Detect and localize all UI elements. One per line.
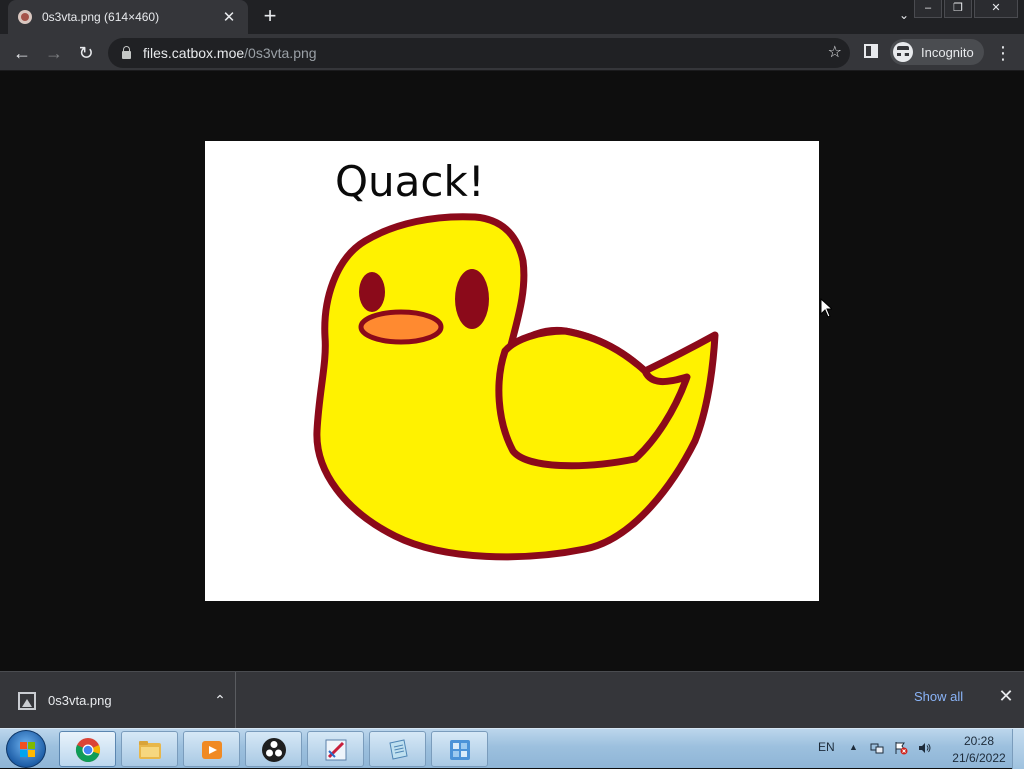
forward-button[interactable]: → [40,39,68,67]
duck-beak [358,309,444,345]
image-viewer: Quack! [0,72,1024,671]
minimize-button[interactable]: – [914,0,942,18]
download-bar: 0s3vta.png ⌃ Show all ✕ [0,671,1024,729]
taskbar-control-panel[interactable] [431,731,488,767]
side-panel-icon[interactable] [864,44,878,58]
obs-icon [262,738,286,762]
paint-icon [325,739,347,761]
windows-taskbar: EN ▲ 20:28 21/6/2022 [0,728,1024,769]
browser-menu-icon[interactable]: ⋮ [994,39,1012,67]
show-all-button[interactable]: Show all [914,689,963,704]
show-hidden-icons-arrow[interactable]: ▲ [849,742,858,752]
url-host: files.catbox.moe [143,45,245,61]
action-center-flag-icon[interactable] [894,741,908,755]
notepad-icon [389,739,408,760]
taskbar-obs[interactable] [245,731,302,767]
tab-strip: 0s3vta.png (614×460) ✕ + ⌄ – ❐ ✕ [0,0,1024,34]
taskbar-paint[interactable] [307,731,364,767]
restore-button[interactable]: ❐ [944,0,972,18]
taskbar-media-player[interactable] [183,731,240,767]
back-button[interactable]: ← [8,39,36,67]
chrome-icon [75,738,101,763]
taskbar-chrome[interactable] [59,731,116,767]
taskbar-file-explorer[interactable] [121,731,178,767]
download-options-chevron-icon[interactable]: ⌃ [205,692,235,709]
clock-time[interactable]: 20:28 [958,734,1000,748]
catbox-favicon-icon [18,10,32,24]
control-panel-icon [450,740,470,760]
tab-active[interactable]: 0s3vta.png (614×460) ✕ [8,0,248,34]
bookmark-star-icon[interactable]: ☆ [828,42,842,62]
start-button[interactable] [6,730,46,768]
url-path: /0s3vta.png [244,45,317,61]
reload-button[interactable]: ↻ [72,39,100,67]
duck-drawing [313,213,719,561]
new-tab-button[interactable]: + [258,5,282,29]
window-controls: – ❐ ✕ [912,0,1018,18]
quack-caption: Quack! [335,157,485,206]
incognito-label: Incognito [921,44,974,60]
language-indicator[interactable]: EN [818,740,835,754]
folder-icon [139,741,161,759]
image-file-icon [18,691,36,710]
duck-eye-left [359,272,385,312]
tab-title: 0s3vta.png (614×460) [42,10,160,24]
tab-close-icon[interactable]: ✕ [220,8,238,26]
duck-image[interactable]: Quack! [205,141,819,601]
incognito-icon [893,42,913,62]
taskbar-notepad[interactable] [369,731,426,767]
mouse-cursor-icon [820,298,832,318]
close-window-button[interactable]: ✕ [974,0,1018,18]
windows-logo-icon [20,742,35,757]
clock-date[interactable]: 21/6/2022 [948,751,1010,765]
incognito-badge[interactable]: Incognito [890,39,984,65]
lock-icon[interactable] [122,46,131,59]
close-download-bar-icon[interactable]: ✕ [996,686,1016,707]
browser-toolbar: ← → ↻ files.catbox.moe /0s3vta.png ☆ Inc… [0,34,1024,71]
tab-search-chevron-icon[interactable]: ⌄ [894,8,914,26]
volume-icon[interactable] [918,741,932,755]
show-desktop-button[interactable] [1012,729,1024,769]
system-tray: EN ▲ 20:28 21/6/2022 [790,729,1024,769]
address-bar[interactable]: files.catbox.moe /0s3vta.png ☆ [108,38,850,68]
duck-eye-right [455,269,489,329]
media-player-icon [202,741,222,759]
network-icon[interactable] [870,741,884,755]
download-item[interactable]: 0s3vta.png ⌃ [0,672,236,729]
download-filename: 0s3vta.png [48,693,112,708]
